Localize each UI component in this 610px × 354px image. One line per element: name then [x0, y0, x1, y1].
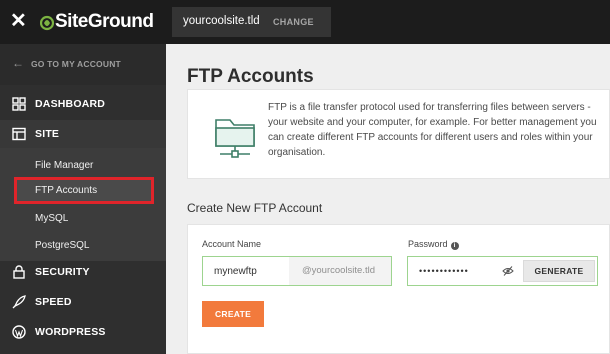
sidebar-item-label: SPEED — [35, 296, 72, 308]
siteground-logo-icon — [40, 15, 54, 31]
close-icon[interactable]: ✕ — [10, 9, 27, 33]
site-selector[interactable]: yourcoolsite.tld CHANGE — [172, 7, 331, 37]
sidebar-subitem-postgresql[interactable]: PostgreSQL — [0, 232, 166, 259]
sidebar-item-label: WORDPRESS — [35, 326, 106, 338]
change-site-button[interactable]: CHANGE — [273, 17, 314, 27]
sidebar-subitem-ftp-accounts[interactable]: FTP Accounts — [14, 177, 154, 204]
sidebar-item-security[interactable]: SECURITY — [0, 258, 166, 286]
brand-name: SiteGround — [55, 11, 154, 32]
lock-icon — [13, 265, 25, 279]
info-description: FTP is a file transfer protocol used for… — [268, 102, 597, 158]
sidebar-item-dashboard[interactable]: DASHBOARD — [0, 90, 166, 118]
page-title: FTP Accounts — [187, 66, 314, 87]
sidebar: ← GO TO MY ACCOUNT DASHBOARD SITE File M… — [0, 44, 166, 354]
info-card: FTP is a file transfer protocol used for… — [187, 89, 610, 179]
go-to-account-link[interactable]: ← GO TO MY ACCOUNT — [0, 44, 166, 85]
folder-network-icon — [215, 119, 255, 158]
sidebar-subitem-label: File Manager — [35, 160, 94, 171]
site-icon — [12, 127, 26, 141]
top-bar: ✕ SiteGround yourcoolsite.tld CHANGE — [0, 0, 610, 44]
site-name: yourcoolsite.tld — [183, 15, 260, 27]
domain-suffix-text: @yourcoolsite.tld — [302, 265, 376, 276]
sidebar-item-label: SITE — [35, 128, 60, 140]
main-content: FTP Accounts FTP is a file transfer prot… — [166, 44, 610, 354]
password-field: GENERATE — [407, 256, 598, 286]
sidebar-subitem-label: MySQL — [35, 213, 69, 224]
account-name-field: @yourcoolsite.tld — [202, 256, 392, 286]
eye-slash-icon[interactable] — [502, 265, 514, 277]
password-label: Password — [408, 239, 448, 249]
sidebar-subitem-label: PostgreSQL — [35, 240, 90, 251]
siteground-logo[interactable]: SiteGround — [40, 10, 154, 34]
info-icon[interactable]: i — [450, 242, 459, 250]
create-button[interactable]: CREATE — [202, 301, 264, 327]
sidebar-item-speed[interactable]: SPEED — [0, 288, 166, 316]
account-name-input[interactable] — [203, 257, 289, 285]
rocket-icon — [12, 295, 26, 309]
sidebar-item-site[interactable]: SITE — [0, 120, 166, 148]
arrow-left-icon: ← — [12, 56, 24, 70]
sidebar-item-label: DASHBOARD — [35, 98, 106, 110]
domain-suffix: @yourcoolsite.tld — [289, 257, 391, 285]
password-label-wrap: Password i — [408, 239, 459, 250]
create-ftp-form: Account Name Passwordi @yourcoolsite.tld… — [187, 224, 610, 354]
sidebar-item-label: SECURITY — [35, 266, 90, 278]
sidebar-subitem-label: FTP Accounts — [35, 185, 98, 196]
password-input[interactable] — [408, 257, 498, 285]
wordpress-icon — [12, 325, 26, 339]
generate-password-button[interactable]: GENERATE — [523, 260, 595, 282]
account-name-label: Account Name — [202, 239, 262, 249]
back-link-label: GO TO MY ACCOUNT — [31, 59, 121, 69]
dashboard-icon — [12, 97, 26, 111]
section-title: Create New FTP Account — [187, 201, 323, 215]
sidebar-item-wordpress[interactable]: WORDPRESS — [0, 318, 166, 346]
site-submenu: File Manager FTP Accounts MySQL PostgreS… — [0, 148, 166, 261]
sidebar-subitem-file-manager[interactable]: File Manager — [0, 152, 166, 179]
sidebar-subitem-mysql[interactable]: MySQL — [0, 205, 166, 232]
